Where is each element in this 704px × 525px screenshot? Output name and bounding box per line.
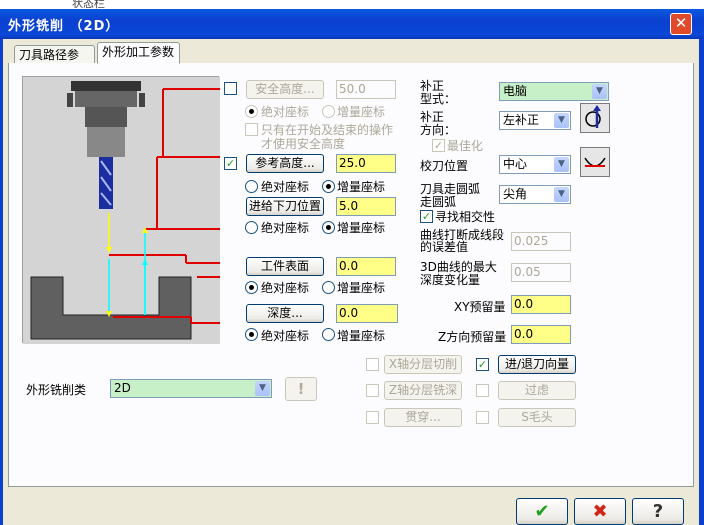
safety-inc-radio[interactable] [322,105,335,118]
depth-button[interactable]: 深度... [246,304,324,323]
depth-abs-radio[interactable] [245,328,258,341]
tolerance-input[interactable]: 0.025 [511,232,571,251]
safety-abs-label: 绝对座标 [261,105,310,119]
tip-comp-icon [580,147,610,177]
close-button[interactable]: ✕ [670,13,692,35]
optimize-checkbox[interactable]: ✓ [432,139,445,152]
ref-abs-label: 绝对座标 [261,180,310,194]
feed-inc-radio[interactable] [322,221,335,234]
reference-height-checkbox[interactable]: ✓ [224,157,237,170]
comp-type-label-2: 型式： [420,92,457,106]
tip-comp-value: 中心 [503,157,528,171]
chevron-down-icon[interactable]: ▼ [255,381,270,396]
lead-io-button[interactable]: 进/退刀向量 [498,355,576,374]
comp-type-value: 电脑 [503,84,528,98]
filter-checkbox[interactable] [476,384,489,397]
safety-abs-radio[interactable] [245,105,258,118]
tab-toolpath-params[interactable]: 刀具路径参数 [14,45,95,81]
ref-inc-radio[interactable] [322,180,335,193]
info-icon[interactable]: ! [285,377,317,401]
surface-inc-label: 增量座标 [337,281,386,295]
depth3d-input[interactable]: 0.05 [511,263,571,282]
ok-button[interactable]: ✔ [516,498,568,525]
depth-inc-label: 增量座标 [337,329,386,343]
feed-abs-label: 绝对座标 [261,221,310,235]
z-stock-input[interactable]: 0.0 [511,325,571,344]
xy-stock-input[interactable]: 0.0 [511,295,571,314]
ref-inc-label: 增量座标 [337,180,386,194]
through-checkbox[interactable] [366,411,379,424]
comp-direction-icon [580,103,610,133]
xy-stock-label: XY预留量 [454,300,506,314]
chevron-down-icon[interactable]: ▼ [554,187,569,202]
multi-z-button[interactable]: Z轴分层铣深 [384,381,462,400]
comp-dir-select[interactable]: 左补正 ▼ [499,111,571,130]
through-button[interactable]: 贯穿... [384,408,462,427]
status-bar: 状态栏 [0,0,704,9]
height-diagram [22,76,220,344]
tip-comp-label: 校刀位置 [420,159,469,173]
contour-type-label: 外形铣削类 [26,383,87,397]
help-button[interactable]: ? [632,498,684,525]
filter-button[interactable]: 过虑 [498,381,576,400]
stock-surface-input[interactable]: 0.0 [336,257,396,276]
surface-abs-radio[interactable] [245,281,258,294]
z-stock-label: Z方向预留量 [438,330,507,344]
surface-inc-radio[interactable] [322,281,335,294]
tolerance-label-2: 的误差值 [420,240,469,254]
safety-only-label-2: 才使用安全高度 [261,137,346,151]
intersect-label: 寻找相交性 [435,210,496,224]
feed-abs-radio[interactable] [245,221,258,234]
multi-xy-button[interactable]: X轴分层切削 [384,355,462,374]
reference-height-button[interactable]: 参考高度... [246,154,324,173]
chevron-down-icon[interactable]: ▼ [554,157,569,172]
feed-inc-label: 增量座标 [337,221,386,235]
safety-height-input[interactable]: 50.0 [336,80,396,99]
lead-io-checkbox[interactable]: ✓ [476,358,489,371]
corner-select[interactable]: 尖角 ▼ [499,185,571,204]
window-title: 外形铣削 （2D） [8,19,120,34]
depth3d-label-2: 深度变化量 [420,273,481,287]
safety-only-checkbox[interactable] [245,123,258,136]
comp-type-select[interactable]: 电脑 ▼ [499,82,609,101]
intersect-checkbox[interactable]: ✓ [420,210,433,223]
tabs-button[interactable]: S毛头 [498,408,576,427]
multi-xy-checkbox[interactable] [366,358,379,371]
reference-height-input[interactable]: 25.0 [336,154,396,173]
multi-z-checkbox[interactable] [366,384,379,397]
chevron-down-icon[interactable]: ▼ [554,113,569,128]
safety-height-button[interactable]: 安全高度... [246,80,324,99]
optimize-label: 最佳化 [447,139,484,153]
corner-value: 尖角 [503,187,528,201]
depth-abs-label: 绝对座标 [261,329,310,343]
feed-plane-input[interactable]: 5.0 [336,197,396,216]
surface-abs-label: 绝对座标 [261,281,310,295]
tab-contour-params[interactable]: 外形加工参数 [97,42,180,64]
comp-dir-label-2: 方向： [420,123,457,137]
chevron-down-icon[interactable]: ▼ [592,84,607,99]
safety-height-checkbox[interactable] [224,82,237,95]
ref-abs-radio[interactable] [245,180,258,193]
cancel-button[interactable]: ✖ [574,498,626,525]
comp-dir-value: 左补正 [503,113,540,127]
depth-input[interactable]: 0.0 [336,304,398,323]
tabs-checkbox[interactable] [476,411,489,424]
contour-type-select[interactable]: 2D ▼ [110,379,272,398]
safety-inc-label: 增量座标 [337,105,386,119]
stock-surface-button[interactable]: 工件表面 [246,257,324,276]
feed-plane-button[interactable]: 进给下刀位置 [246,197,324,216]
tip-comp-select[interactable]: 中心 ▼ [499,155,571,174]
contour-type-value: 2D [114,381,131,395]
status-text: 状态栏 [72,0,105,9]
depth-inc-radio[interactable] [322,328,335,341]
